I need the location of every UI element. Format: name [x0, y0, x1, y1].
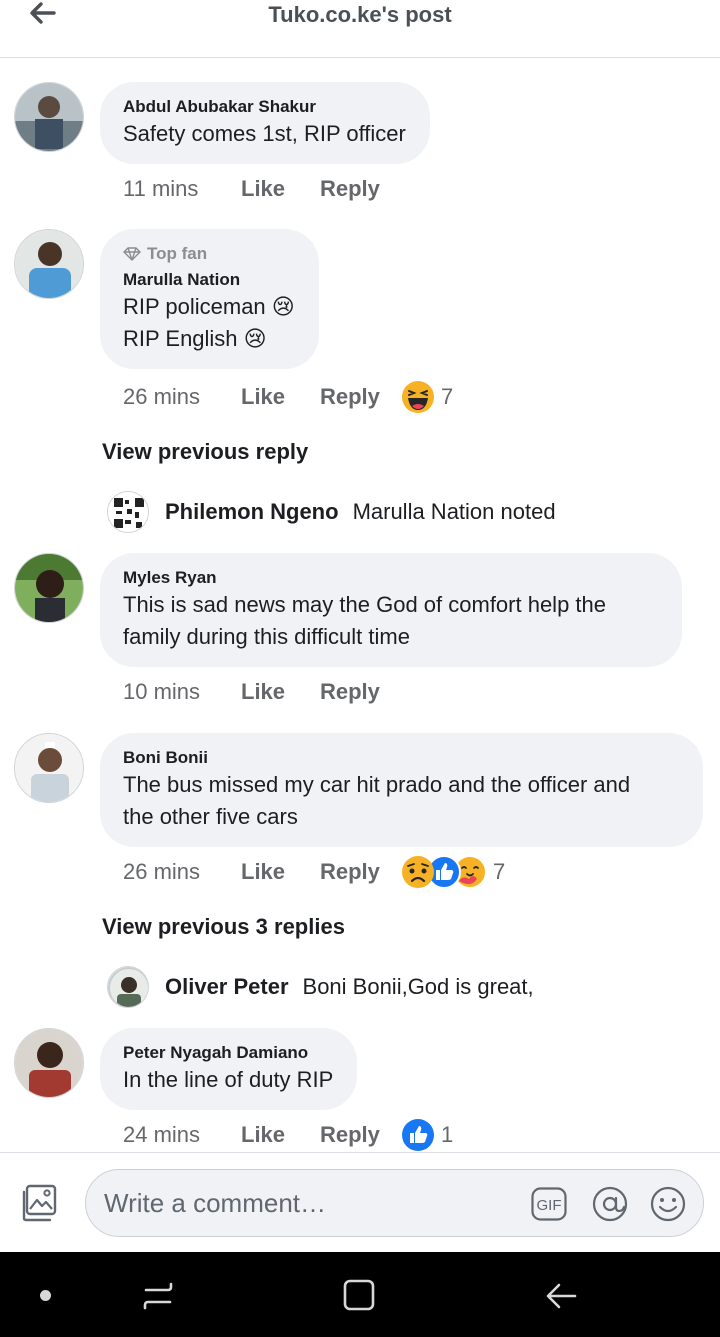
reply-author[interactable]: Oliver Peter	[165, 974, 289, 1000]
haha-reaction-icon	[402, 381, 434, 413]
comment-composer: GIF	[0, 1152, 720, 1252]
comment-author[interactable]: Boni Bonii	[123, 747, 679, 769]
recent-apps-icon	[143, 1282, 173, 1310]
home-square-icon	[343, 1279, 375, 1311]
view-previous-replies-link[interactable]: View previous reply	[102, 439, 308, 465]
comment-timestamp[interactable]: 26 mins	[123, 859, 241, 885]
comment-text-line: the other five cars	[123, 804, 298, 829]
like-button[interactable]: Like	[241, 679, 320, 705]
reaction-count: 7	[441, 384, 454, 409]
top-fan-label: Top fan	[147, 244, 208, 263]
like-reaction-icon	[402, 1119, 434, 1151]
at-sign-icon	[592, 1186, 628, 1222]
reaction-count: 7	[493, 859, 506, 884]
comment-timestamp[interactable]: 10 mins	[123, 679, 241, 705]
comment-author[interactable]: Myles Ryan	[123, 567, 658, 589]
reply-item: Oliver Peter Boni Bonii,God is great,	[107, 966, 534, 1008]
comment-author[interactable]: Peter Nyagah Damiano	[123, 1042, 333, 1064]
page-title: Tuko.co.ke's post	[268, 2, 452, 27]
emoji-button[interactable]	[649, 1185, 687, 1228]
comment-actions: 26 mins Like Reply	[123, 384, 380, 410]
back-arrow-icon	[546, 1283, 577, 1309]
like-button[interactable]: Like	[241, 384, 320, 410]
reply-text: Marulla Nation noted	[352, 499, 556, 524]
avatar[interactable]	[14, 229, 84, 299]
comment-bubble: Top fan Marulla Nation RIP policeman 😢 R…	[100, 229, 319, 369]
avatar[interactable]	[14, 733, 84, 803]
reaction-summary[interactable]: 1	[401, 1118, 453, 1152]
system-navigation-bar	[0, 1252, 720, 1337]
avatar[interactable]	[107, 966, 149, 1008]
mention-button[interactable]	[591, 1185, 629, 1228]
reply-button[interactable]: Reply	[320, 384, 380, 410]
reaction-summary[interactable]: 7	[401, 380, 453, 414]
gif-button[interactable]: GIF	[531, 1187, 567, 1226]
comment-timestamp[interactable]: 26 mins	[123, 384, 241, 410]
comment-bubble: Abdul Abubakar Shakur Safety comes 1st, …	[100, 82, 430, 164]
comment-actions: 11 mins Like Reply	[123, 176, 380, 202]
comment-actions: 10 mins Like Reply	[123, 679, 380, 705]
comment-text-line: RIP policeman 😢	[123, 294, 295, 319]
reply-item: Philemon Ngeno Marulla Nation noted	[107, 491, 556, 533]
avatar[interactable]	[14, 82, 84, 152]
comment-input[interactable]	[104, 1170, 504, 1236]
recent-apps-button[interactable]	[140, 1278, 176, 1319]
reply-button[interactable]: Reply	[320, 679, 380, 705]
comment-text: In the line of duty RIP	[123, 1067, 334, 1092]
avatar[interactable]	[14, 553, 84, 623]
comment-text-line: This is sad news may the God of comfort …	[123, 592, 607, 617]
reply-button[interactable]: Reply	[320, 176, 380, 202]
comment-actions: 24 mins Like Reply	[123, 1122, 380, 1148]
gif-label: GIF	[537, 1197, 562, 1214]
reaction-summary[interactable]: 7	[401, 855, 505, 889]
like-button[interactable]: Like	[241, 859, 320, 885]
comment-bubble: Boni Bonii The bus missed my car hit pra…	[100, 733, 703, 847]
avatar[interactable]	[107, 491, 149, 533]
system-back-button[interactable]	[543, 1278, 581, 1319]
comment-author[interactable]: Abdul Abubakar Shakur	[123, 96, 406, 118]
diamond-icon	[123, 247, 141, 261]
photo-button[interactable]	[20, 1183, 60, 1228]
reply-author[interactable]: Philemon Ngeno	[165, 499, 339, 525]
avatar[interactable]	[14, 1028, 84, 1098]
top-fan-badge: Top fan	[123, 243, 295, 265]
comment-timestamp[interactable]: 11 mins	[123, 176, 241, 202]
reply-text: Boni Bonii,God is great,	[302, 974, 534, 999]
comment-timestamp[interactable]: 24 mins	[123, 1122, 241, 1148]
reaction-count: 1	[441, 1122, 454, 1147]
comment-author[interactable]: Marulla Nation	[123, 269, 295, 291]
comment-text-line: The bus missed my car hit prado and the …	[123, 772, 631, 797]
reply-button[interactable]: Reply	[320, 1122, 380, 1148]
reply-button[interactable]: Reply	[320, 859, 380, 885]
comment-bubble: Peter Nyagah Damiano In the line of duty…	[100, 1028, 358, 1110]
sad-reaction-icon	[402, 856, 434, 888]
nav-indicator-dot[interactable]	[40, 1290, 51, 1301]
comment-text-line: family during this difficult time	[123, 624, 410, 649]
comment-text: Safety comes 1st, RIP officer	[123, 121, 406, 146]
like-button[interactable]: Like	[241, 176, 320, 202]
photo-icon	[22, 1184, 57, 1222]
comment-text-line: RIP English 😢	[123, 326, 267, 351]
like-button[interactable]: Like	[241, 1122, 320, 1148]
comment-actions: 26 mins Like Reply	[123, 859, 380, 885]
comment-bubble: Myles Ryan This is sad news may the God …	[100, 553, 682, 667]
post-header: Tuko.co.ke's post	[0, 0, 720, 58]
home-button[interactable]	[340, 1278, 378, 1319]
smiley-icon	[650, 1186, 686, 1222]
comment-input-box[interactable]: GIF	[85, 1169, 704, 1237]
view-previous-replies-link[interactable]: View previous 3 replies	[102, 914, 345, 940]
